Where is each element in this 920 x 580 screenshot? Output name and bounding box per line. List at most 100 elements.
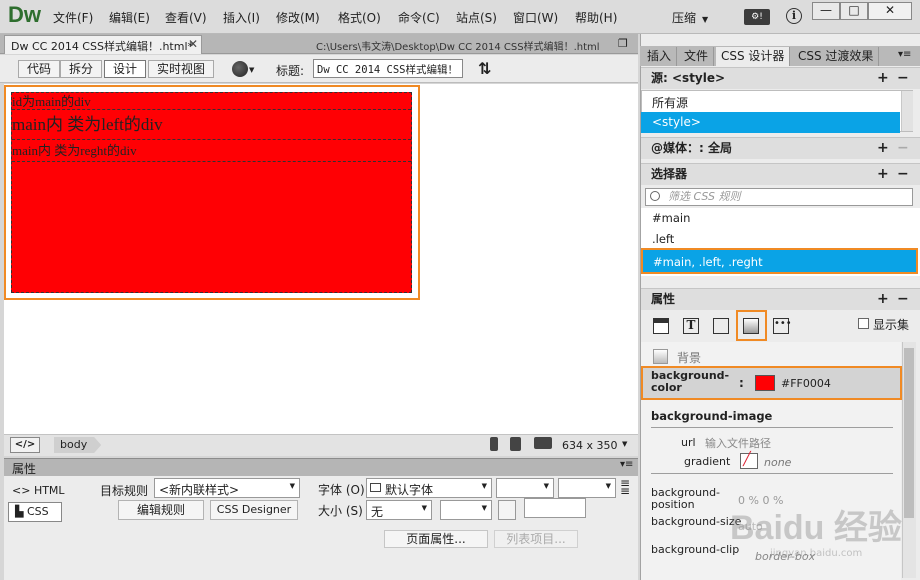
watermark-subtitle: jingyan.baidu.com: [770, 548, 863, 559]
gradient-label: gradient: [684, 455, 731, 468]
menu-format[interactable]: 格式(O): [338, 9, 381, 26]
menu-commands[interactable]: 命令(C): [398, 9, 440, 26]
menu-edit[interactable]: 编辑(E): [109, 9, 150, 26]
background-color-swatch[interactable]: [755, 375, 775, 391]
chevron-down-icon: ▼: [249, 66, 255, 74]
sync-settings-icon[interactable]: ⚙!: [744, 9, 770, 25]
sources-title: 源: [651, 71, 664, 85]
background-color-name: background-color: [651, 369, 730, 394]
mobile-size-icon[interactable]: [490, 437, 498, 451]
workspace-switcher[interactable]: 压缩 ▼: [672, 9, 708, 26]
watermark: Baidu 经验: [730, 509, 902, 547]
main-div[interactable]: id为main的div main内 类为left的div main内 类为reg…: [11, 92, 412, 293]
title-input[interactable]: Dw CC 2014 CSS样式编辑！: [313, 59, 463, 78]
tab-insert[interactable]: 插入: [642, 47, 678, 66]
tab-css-designer[interactable]: CSS 设计器: [716, 47, 791, 66]
properties-scrollbar-thumb[interactable]: [904, 348, 914, 518]
size-unit-select[interactable]: ▼: [440, 500, 492, 520]
page-properties-button[interactable]: 页面属性...: [384, 530, 488, 548]
desktop-size-icon[interactable]: [534, 437, 552, 449]
panel-menu-icon[interactable]: ▾≡: [898, 49, 911, 60]
font-weight-select[interactable]: ▼: [558, 478, 616, 498]
menu-help[interactable]: 帮助(H): [575, 9, 617, 26]
font-icon: [370, 483, 381, 492]
close-window-button[interactable]: ✕: [868, 2, 912, 20]
align-left-icon[interactable]: ≡ ≡: [620, 477, 630, 497]
window-size-readout[interactable]: 634 x 350: [562, 439, 618, 452]
file-management-icon[interactable]: ⇅: [478, 59, 491, 78]
show-set-checkbox[interactable]: [858, 318, 869, 329]
add-property-icon[interactable]: +: [877, 289, 889, 310]
selector-item-main[interactable]: #main: [652, 211, 690, 225]
tag-selector-body[interactable]: body: [54, 437, 102, 453]
globe-icon[interactable]: [232, 61, 248, 77]
source-item-style[interactable]: <style>: [641, 112, 900, 133]
selectors-title: 选择器: [651, 167, 688, 181]
remove-selector-icon[interactable]: −: [897, 164, 909, 185]
menu-modify[interactable]: 修改(M): [276, 9, 320, 26]
more-icon[interactable]: •••: [773, 318, 792, 334]
remove-property-icon[interactable]: −: [897, 289, 909, 310]
properties-panel-title: 属性: [12, 462, 37, 476]
tab-css-transitions[interactable]: CSS 过渡效果: [793, 47, 880, 66]
document-tab[interactable]: Dw CC 2014 CSS样式编辑！.html*: [4, 35, 202, 54]
background-group-icon: [653, 349, 668, 364]
font-style-select[interactable]: ▼: [496, 478, 554, 498]
font-select[interactable]: 默认字体 ▼: [366, 478, 492, 498]
menu-window[interactable]: 窗口(W): [513, 9, 558, 26]
selector-item-group[interactable]: #main, .left, .reght: [641, 248, 918, 274]
panel-menu-icon[interactable]: ▾≡: [620, 459, 633, 470]
selector-item-left[interactable]: .left: [652, 232, 674, 246]
remove-source-icon[interactable]: −: [897, 68, 909, 89]
close-tab-icon[interactable]: ✕: [188, 37, 198, 51]
layout-icon[interactable]: [653, 318, 669, 334]
code-tag-icon: <>: [12, 484, 31, 497]
css-designer-button[interactable]: CSS Designer: [210, 500, 298, 520]
add-source-icon[interactable]: +: [877, 68, 889, 89]
edit-rule-button[interactable]: 编辑规则: [118, 500, 204, 520]
add-selector-icon[interactable]: +: [877, 164, 889, 185]
no-gradient-icon: ╱: [743, 452, 751, 467]
menu-view[interactable]: 查看(V): [165, 9, 207, 26]
url-input[interactable]: 输入文件路径: [705, 435, 771, 451]
border-icon[interactable]: [713, 318, 729, 334]
split-view-button[interactable]: 拆分: [60, 60, 103, 78]
document-tab-label: Dw CC 2014 CSS样式编辑！.html*: [11, 40, 194, 53]
remove-media-icon[interactable]: −: [897, 138, 909, 159]
sources-scrollbar[interactable]: [901, 91, 913, 131]
target-rule-select[interactable]: <新内联样式> ▼: [154, 478, 300, 498]
restore-window-icon[interactable]: ❐: [618, 37, 628, 50]
search-icon: [650, 191, 660, 201]
help-icon[interactable]: i: [786, 8, 802, 24]
html-mode-button[interactable]: <> HTML: [12, 484, 65, 497]
filter-css-rules-input[interactable]: 筛选 CSS 规则: [645, 188, 913, 206]
css-mode-button[interactable]: ▙ CSS: [8, 502, 62, 522]
minimize-button[interactable]: —: [812, 2, 840, 20]
workspace-label: 压缩: [672, 11, 697, 25]
add-media-icon[interactable]: +: [877, 138, 889, 159]
source-item-all[interactable]: 所有源: [652, 94, 688, 111]
menu-insert[interactable]: 插入(I): [223, 9, 260, 26]
background-color-value[interactable]: #FF0004: [781, 377, 831, 390]
code-tag-icon[interactable]: </>: [10, 437, 40, 453]
tablet-size-icon[interactable]: [510, 437, 521, 451]
properties-section-title: 属性: [651, 292, 676, 306]
left-div[interactable]: main内 类为left的div: [12, 110, 411, 140]
css-label: CSS: [26, 505, 49, 518]
menu-site[interactable]: 站点(S): [456, 9, 497, 26]
reght-div[interactable]: main内 类为reght的div: [12, 140, 411, 162]
code-view-button[interactable]: 代码: [18, 60, 61, 78]
tab-files[interactable]: 文件: [679, 47, 715, 66]
background-clip-label: background-clip: [651, 543, 740, 556]
live-view-button[interactable]: 实时视图: [148, 60, 215, 78]
maximize-button[interactable]: □: [840, 2, 868, 20]
size-select[interactable]: 无 ▼: [366, 500, 432, 520]
list-item-button[interactable]: 列表项目...: [494, 530, 578, 548]
text-icon[interactable]: T: [683, 318, 699, 334]
menu-file[interactable]: 文件(F): [53, 9, 93, 26]
text-color-swatch[interactable]: [498, 500, 516, 520]
size-label: 大小 (S): [318, 504, 363, 518]
text-color-input[interactable]: [524, 498, 586, 518]
design-view-button[interactable]: 设计: [104, 60, 147, 78]
font-label: 字体 (O): [318, 483, 365, 497]
